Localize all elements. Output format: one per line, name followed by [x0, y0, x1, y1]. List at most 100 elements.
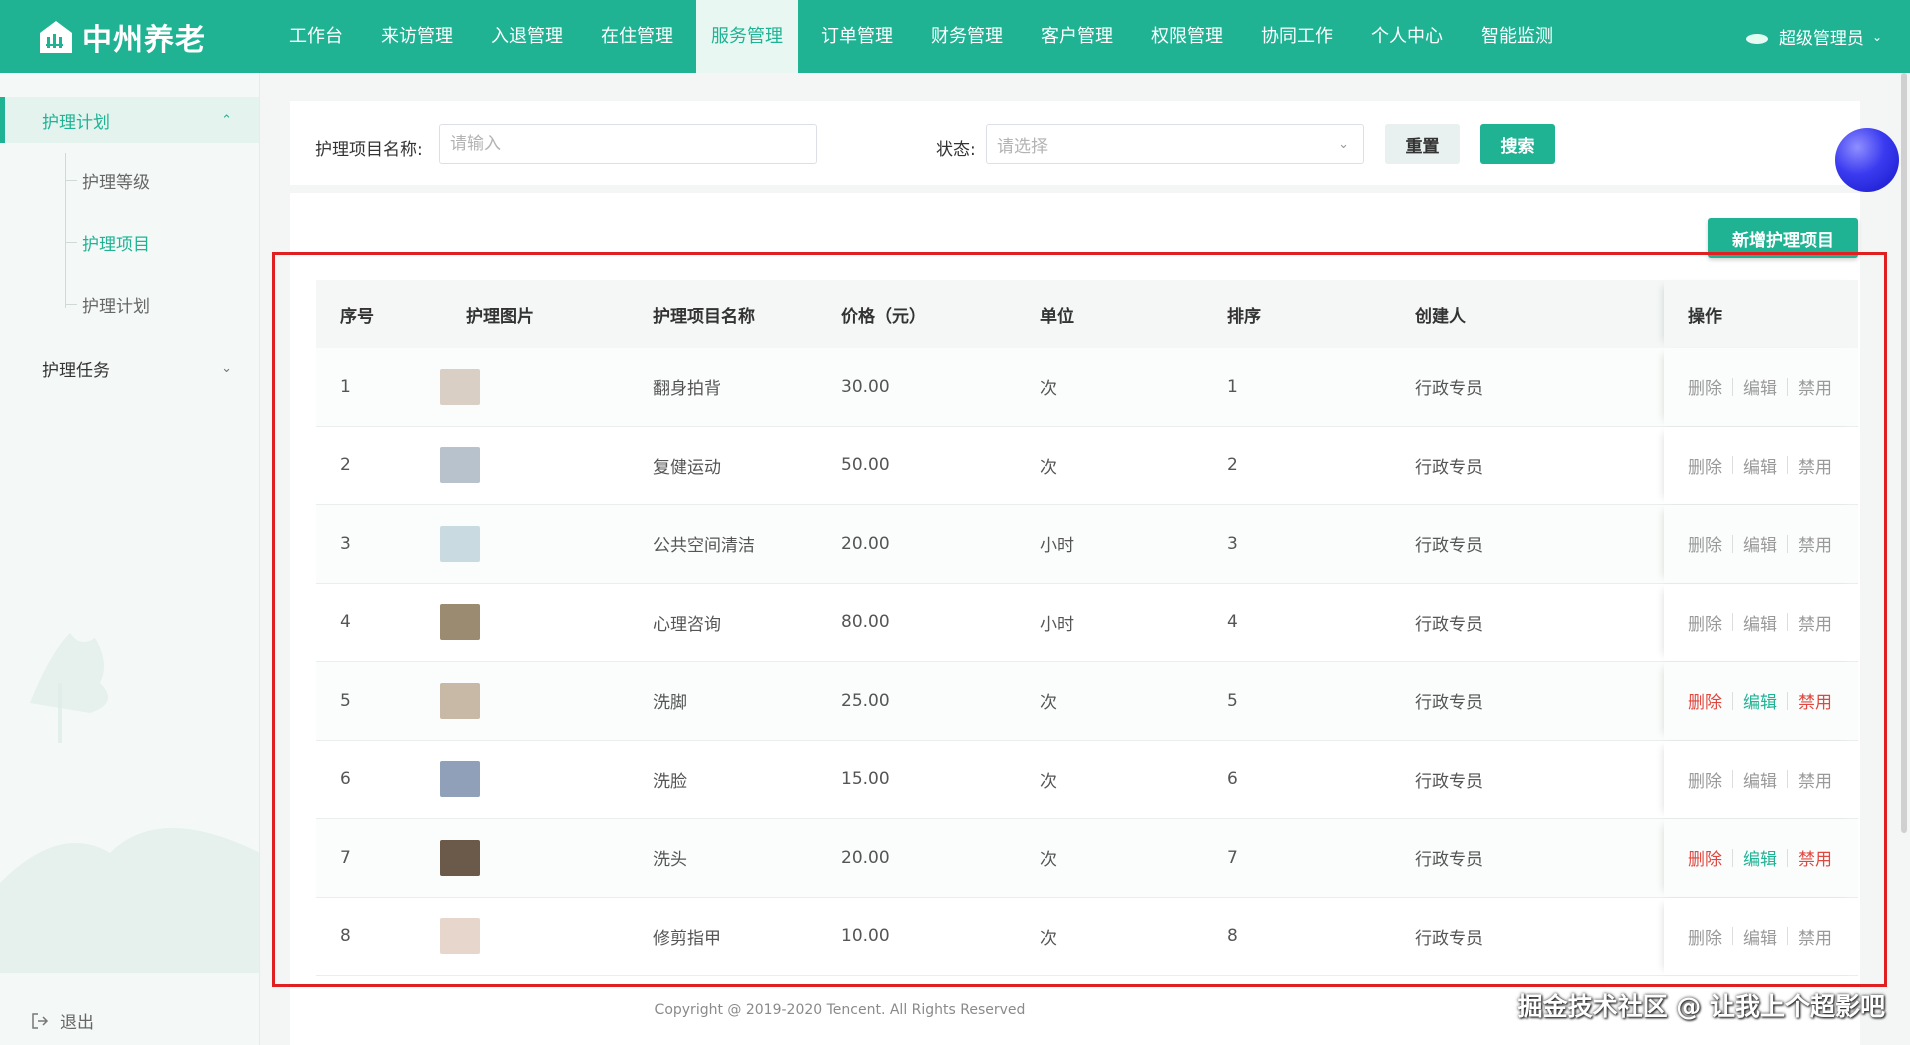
sidebar-group-care-plan[interactable]: 护理计划 ⌃ [0, 97, 259, 143]
nav-item-collaboration[interactable]: 协同工作 [1246, 0, 1348, 73]
col-sort: 排序 [1227, 306, 1261, 327]
delete-button[interactable]: 删除 [1688, 688, 1722, 713]
row-name: 心理咨询 [653, 614, 721, 635]
user-name: 超级管理员 [1778, 29, 1864, 49]
delete-button[interactable]: 删除 [1688, 924, 1722, 949]
nav-item-residents[interactable]: 在住管理 [586, 0, 688, 73]
sidebar-item-care-items[interactable]: 护理项目 [65, 227, 150, 257]
divider [1732, 534, 1733, 553]
chevron-down-icon: ⌄ [1338, 136, 1349, 152]
nav-item-visits[interactable]: 来访管理 [366, 0, 468, 73]
top-bar: 中州养老 工作台 来访管理 入退管理 在住管理 服务管理 订单管理 财务管理 客… [0, 0, 1910, 73]
care-image-thumbnail[interactable] [440, 918, 480, 955]
home-logo-icon [40, 20, 72, 53]
row-name: 洗头 [653, 850, 687, 871]
edit-button[interactable]: 编辑 [1743, 374, 1777, 399]
care-image-thumbnail[interactable] [440, 368, 480, 405]
disable-button[interactable]: 禁用 [1798, 767, 1832, 792]
nav-item-monitoring[interactable]: 智能监测 [1466, 0, 1568, 73]
user-menu[interactable]: 超级管理员 ⌄ [1745, 0, 1882, 73]
edit-button[interactable]: 编辑 [1743, 924, 1777, 949]
row-price: 25.00 [841, 690, 890, 711]
brand-name: 中州养老 [82, 22, 206, 58]
divider [1787, 691, 1788, 710]
nav-item-customers[interactable]: 客户管理 [1026, 0, 1128, 73]
row-unit: 次 [1040, 379, 1057, 400]
sidebar-item-care-level[interactable]: 护理等级 [65, 165, 150, 195]
sidebar-group-label: 护理任务 [42, 360, 110, 381]
edit-button[interactable]: 编辑 [1743, 610, 1777, 635]
sidebar-group-care-tasks[interactable]: 护理任务 ⌄ [0, 345, 259, 391]
table-row: 3 公共空间清洁 20.00 小时 3 行政专员 删除 编辑 禁用 [316, 505, 1858, 584]
row-creator: 行政专员 [1415, 457, 1483, 478]
table-row: 1 翻身拍背 30.00 次 1 行政专员 删除 编辑 禁用 [316, 348, 1858, 427]
disable-button[interactable]: 禁用 [1798, 688, 1832, 713]
row-unit: 次 [1040, 457, 1057, 478]
care-image-thumbnail[interactable] [440, 525, 480, 562]
disable-button[interactable]: 禁用 [1798, 531, 1832, 556]
disable-button[interactable]: 禁用 [1798, 374, 1832, 399]
row-price: 50.00 [841, 455, 890, 476]
nav-item-finance[interactable]: 财务管理 [916, 0, 1018, 73]
edit-button[interactable]: 编辑 [1743, 767, 1777, 792]
table-body: 1 翻身拍背 30.00 次 1 行政专员 删除 编辑 禁用 2 复健运动 50.00 次 2 行政专员 删除… [316, 348, 1858, 976]
nav-item-checkin-out[interactable]: 入退管理 [476, 0, 578, 73]
disable-button[interactable]: 禁用 [1798, 924, 1832, 949]
care-items-table: 序号 护理图片 护理项目名称 价格（元） 单位 排序 创建人 操作 1 翻身拍背 3… [316, 280, 1858, 976]
row-no: 1 [340, 376, 351, 397]
sidebar-item-care-plan[interactable]: 护理计划 [65, 289, 150, 319]
col-no: 序号 [340, 306, 374, 327]
row-price: 30.00 [841, 376, 890, 397]
care-image-thumbnail[interactable] [440, 761, 480, 798]
row-name: 修剪指甲 [653, 928, 721, 949]
row-sort: 2 [1227, 455, 1238, 476]
floating-assistant-orb[interactable] [1835, 128, 1899, 192]
disable-button[interactable]: 禁用 [1798, 610, 1832, 635]
divider [1787, 377, 1788, 396]
disable-button[interactable]: 禁用 [1798, 845, 1832, 870]
edit-button[interactable]: 编辑 [1743, 688, 1777, 713]
status-placeholder: 请选择 [997, 136, 1048, 157]
sidebar-group-label: 护理计划 [42, 112, 110, 133]
row-creator: 行政专员 [1415, 614, 1483, 635]
divider [1732, 770, 1733, 789]
edit-button[interactable]: 编辑 [1743, 845, 1777, 870]
nav-item-permissions[interactable]: 权限管理 [1136, 0, 1238, 73]
nav-item-profile[interactable]: 个人中心 [1356, 0, 1458, 73]
disable-button[interactable]: 禁用 [1798, 453, 1832, 478]
reset-button[interactable]: 重置 [1385, 124, 1460, 164]
delete-button[interactable]: 删除 [1688, 767, 1722, 792]
care-image-thumbnail[interactable] [440, 682, 480, 719]
row-unit: 次 [1040, 850, 1057, 871]
name-filter-input[interactable] [439, 124, 817, 164]
delete-button[interactable]: 删除 [1688, 453, 1722, 478]
delete-button[interactable]: 删除 [1688, 374, 1722, 399]
main-nav: 工作台 来访管理 入退管理 在住管理 服务管理 订单管理 财务管理 客户管理 权… [270, 0, 1572, 73]
edit-button[interactable]: 编辑 [1743, 531, 1777, 556]
delete-button[interactable]: 删除 [1688, 845, 1722, 870]
row-unit: 小时 [1040, 614, 1074, 635]
brand[interactable]: 中州养老 [0, 15, 270, 59]
vertical-scrollbar[interactable] [1901, 73, 1907, 833]
divider [1787, 848, 1788, 867]
status-filter-select[interactable]: 请选择 ⌄ [986, 124, 1364, 164]
care-image-thumbnail[interactable] [440, 447, 480, 484]
edit-button[interactable]: 编辑 [1743, 453, 1777, 478]
care-image-thumbnail[interactable] [440, 839, 480, 876]
chevron-down-icon: ⌄ [221, 360, 232, 376]
row-unit: 次 [1040, 693, 1057, 714]
col-actions: 操作 [1688, 306, 1722, 327]
nav-item-workbench[interactable]: 工作台 [274, 0, 358, 73]
divider [1732, 456, 1733, 475]
divider [1787, 613, 1788, 632]
landscape-decoration [0, 633, 259, 973]
nav-item-services[interactable]: 服务管理 [696, 0, 798, 73]
add-care-item-button[interactable]: 新增护理项目 [1708, 218, 1858, 258]
care-image-thumbnail[interactable] [440, 604, 480, 641]
nav-item-orders[interactable]: 订单管理 [806, 0, 908, 73]
delete-button[interactable]: 删除 [1688, 610, 1722, 635]
search-button[interactable]: 搜索 [1480, 124, 1555, 164]
row-actions: 删除 编辑 禁用 [1688, 610, 1832, 635]
delete-button[interactable]: 删除 [1688, 531, 1722, 556]
row-price: 10.00 [841, 926, 890, 947]
